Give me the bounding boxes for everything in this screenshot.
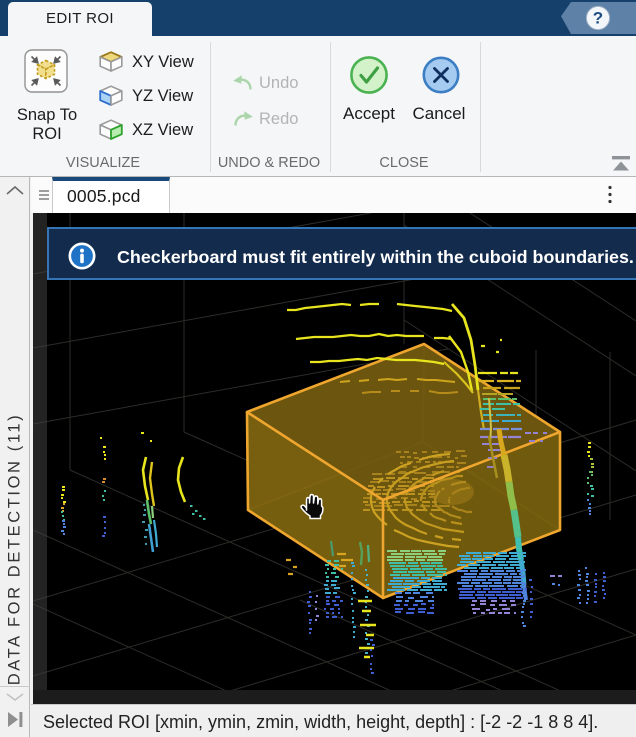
- svg-text:?: ?: [593, 9, 603, 28]
